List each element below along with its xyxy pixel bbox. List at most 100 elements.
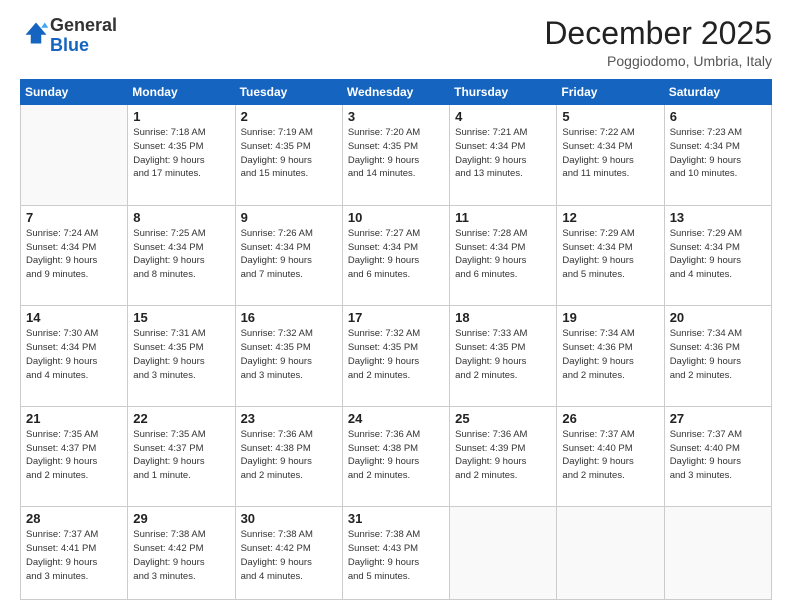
day-info: Sunrise: 7:38 AM Sunset: 4:42 PM Dayligh…: [241, 528, 337, 583]
day-number: 15: [133, 310, 229, 325]
calendar-week-row: 21 Sunrise: 7:35 AM Sunset: 4:37 PM Dayli…: [21, 406, 772, 507]
table-row: 3 Sunrise: 7:20 AM Sunset: 4:35 PM Daylig…: [342, 105, 449, 206]
table-row: 5 Sunrise: 7:22 AM Sunset: 4:34 PM Daylig…: [557, 105, 664, 206]
table-row: 1Sunrise: 7:18 AM Sunset: 4:35 PM Daylig…: [128, 105, 235, 206]
day-info: Sunrise: 7:31 AM Sunset: 4:35 PM Dayligh…: [133, 327, 229, 382]
day-info: Sunrise: 7:24 AM Sunset: 4:34 PM Dayligh…: [26, 227, 122, 282]
day-number: 8: [133, 210, 229, 225]
table-row: 4Sunrise: 7:21 AM Sunset: 4:34 PM Daylig…: [450, 105, 557, 206]
day-number: 11: [455, 210, 551, 225]
col-friday: Friday: [557, 80, 664, 105]
table-row: 28 Sunrise: 7:37 AM Sunset: 4:41 PM Dayli…: [21, 507, 128, 600]
table-row: 31 Sunrise: 7:38 AM Sunset: 4:43 PM Dayli…: [342, 507, 449, 600]
calendar-week-row: 1Sunrise: 7:18 AM Sunset: 4:35 PM Daylig…: [21, 105, 772, 206]
table-row: 24Sunrise: 7:36 AM Sunset: 4:38 PM Dayli…: [342, 406, 449, 507]
table-row: 21 Sunrise: 7:35 AM Sunset: 4:37 PM Dayli…: [21, 406, 128, 507]
day-number: 7: [26, 210, 122, 225]
day-info: Sunrise: 7:36 AM Sunset: 4:38 PM Dayligh…: [241, 428, 337, 483]
day-info: Sunrise: 7:20 AM Sunset: 4:35 PM Dayligh…: [348, 126, 444, 181]
table-row: 8 Sunrise: 7:25 AM Sunset: 4:34 PM Daylig…: [128, 205, 235, 306]
day-number: 21: [26, 411, 122, 426]
day-info: Sunrise: 7:33 AM Sunset: 4:35 PM Dayligh…: [455, 327, 551, 382]
table-row: 2 Sunrise: 7:19 AM Sunset: 4:35 PM Daylig…: [235, 105, 342, 206]
day-number: 28: [26, 511, 122, 526]
calendar-week-row: 14Sunrise: 7:30 AM Sunset: 4:34 PM Dayli…: [21, 306, 772, 407]
calendar-week-row: 7 Sunrise: 7:24 AM Sunset: 4:34 PM Daylig…: [21, 205, 772, 306]
day-info: Sunrise: 7:29 AM Sunset: 4:34 PM Dayligh…: [670, 227, 766, 282]
day-number: 5: [562, 109, 658, 124]
table-row: [664, 507, 771, 600]
day-number: 23: [241, 411, 337, 426]
col-monday: Monday: [128, 80, 235, 105]
day-number: 16: [241, 310, 337, 325]
day-number: 2: [241, 109, 337, 124]
day-info: Sunrise: 7:22 AM Sunset: 4:34 PM Dayligh…: [562, 126, 658, 181]
day-number: 3: [348, 109, 444, 124]
day-number: 30: [241, 511, 337, 526]
table-row: 10 Sunrise: 7:27 AM Sunset: 4:34 PM Dayli…: [342, 205, 449, 306]
day-info: Sunrise: 7:25 AM Sunset: 4:34 PM Dayligh…: [133, 227, 229, 282]
day-info: Sunrise: 7:30 AM Sunset: 4:34 PM Dayligh…: [26, 327, 122, 382]
table-row: 17Sunrise: 7:32 AM Sunset: 4:35 PM Dayli…: [342, 306, 449, 407]
title-block: December 2025 Poggiodomo, Umbria, Italy: [544, 16, 772, 69]
day-number: 20: [670, 310, 766, 325]
header: General Blue December 2025 Poggiodomo, U…: [20, 16, 772, 69]
day-info: Sunrise: 7:38 AM Sunset: 4:43 PM Dayligh…: [348, 528, 444, 583]
calendar-header-row: Sunday Monday Tuesday Wednesday Thursday…: [21, 80, 772, 105]
day-number: 31: [348, 511, 444, 526]
logo: General Blue: [20, 16, 117, 56]
table-row: 12 Sunrise: 7:29 AM Sunset: 4:34 PM Dayli…: [557, 205, 664, 306]
day-info: Sunrise: 7:37 AM Sunset: 4:40 PM Dayligh…: [670, 428, 766, 483]
day-number: 22: [133, 411, 229, 426]
day-info: Sunrise: 7:32 AM Sunset: 4:35 PM Dayligh…: [348, 327, 444, 382]
page: General Blue December 2025 Poggiodomo, U…: [0, 0, 792, 612]
table-row: 22 Sunrise: 7:35 AM Sunset: 4:37 PM Dayli…: [128, 406, 235, 507]
table-row: 25Sunrise: 7:36 AM Sunset: 4:39 PM Dayli…: [450, 406, 557, 507]
day-info: Sunrise: 7:37 AM Sunset: 4:41 PM Dayligh…: [26, 528, 122, 583]
day-info: Sunrise: 7:38 AM Sunset: 4:42 PM Dayligh…: [133, 528, 229, 583]
table-row: 15 Sunrise: 7:31 AM Sunset: 4:35 PM Dayli…: [128, 306, 235, 407]
day-info: Sunrise: 7:19 AM Sunset: 4:35 PM Dayligh…: [241, 126, 337, 181]
day-info: Sunrise: 7:29 AM Sunset: 4:34 PM Dayligh…: [562, 227, 658, 282]
day-number: 10: [348, 210, 444, 225]
table-row: 13Sunrise: 7:29 AM Sunset: 4:34 PM Dayli…: [664, 205, 771, 306]
col-sunday: Sunday: [21, 80, 128, 105]
col-thursday: Thursday: [450, 80, 557, 105]
day-number: 9: [241, 210, 337, 225]
day-number: 18: [455, 310, 551, 325]
day-info: Sunrise: 7:36 AM Sunset: 4:39 PM Dayligh…: [455, 428, 551, 483]
day-info: Sunrise: 7:23 AM Sunset: 4:34 PM Dayligh…: [670, 126, 766, 181]
day-number: 29: [133, 511, 229, 526]
day-number: 12: [562, 210, 658, 225]
col-saturday: Saturday: [664, 80, 771, 105]
logo-blue-text: Blue: [50, 35, 89, 55]
table-row: 16Sunrise: 7:32 AM Sunset: 4:35 PM Dayli…: [235, 306, 342, 407]
table-row: 20Sunrise: 7:34 AM Sunset: 4:36 PM Dayli…: [664, 306, 771, 407]
col-tuesday: Tuesday: [235, 80, 342, 105]
day-info: Sunrise: 7:35 AM Sunset: 4:37 PM Dayligh…: [133, 428, 229, 483]
table-row: 26 Sunrise: 7:37 AM Sunset: 4:40 PM Dayli…: [557, 406, 664, 507]
calendar-table: Sunday Monday Tuesday Wednesday Thursday…: [20, 79, 772, 600]
table-row: 27Sunrise: 7:37 AM Sunset: 4:40 PM Dayli…: [664, 406, 771, 507]
logo-icon: [22, 19, 50, 47]
day-number: 19: [562, 310, 658, 325]
table-row: 14Sunrise: 7:30 AM Sunset: 4:34 PM Dayli…: [21, 306, 128, 407]
table-row: 6Sunrise: 7:23 AM Sunset: 4:34 PM Daylig…: [664, 105, 771, 206]
col-wednesday: Wednesday: [342, 80, 449, 105]
location: Poggiodomo, Umbria, Italy: [544, 53, 772, 69]
table-row: 7 Sunrise: 7:24 AM Sunset: 4:34 PM Daylig…: [21, 205, 128, 306]
day-number: 26: [562, 411, 658, 426]
table-row: 9 Sunrise: 7:26 AM Sunset: 4:34 PM Daylig…: [235, 205, 342, 306]
day-info: Sunrise: 7:36 AM Sunset: 4:38 PM Dayligh…: [348, 428, 444, 483]
table-row: 30 Sunrise: 7:38 AM Sunset: 4:42 PM Dayli…: [235, 507, 342, 600]
day-info: Sunrise: 7:35 AM Sunset: 4:37 PM Dayligh…: [26, 428, 122, 483]
day-info: Sunrise: 7:27 AM Sunset: 4:34 PM Dayligh…: [348, 227, 444, 282]
logo-general-text: General: [50, 15, 117, 35]
table-row: 11 Sunrise: 7:28 AM Sunset: 4:34 PM Dayli…: [450, 205, 557, 306]
day-info: Sunrise: 7:37 AM Sunset: 4:40 PM Dayligh…: [562, 428, 658, 483]
table-row: [450, 507, 557, 600]
day-info: Sunrise: 7:26 AM Sunset: 4:34 PM Dayligh…: [241, 227, 337, 282]
day-info: Sunrise: 7:18 AM Sunset: 4:35 PM Dayligh…: [133, 126, 229, 181]
day-info: Sunrise: 7:28 AM Sunset: 4:34 PM Dayligh…: [455, 227, 551, 282]
day-info: Sunrise: 7:21 AM Sunset: 4:34 PM Dayligh…: [455, 126, 551, 181]
